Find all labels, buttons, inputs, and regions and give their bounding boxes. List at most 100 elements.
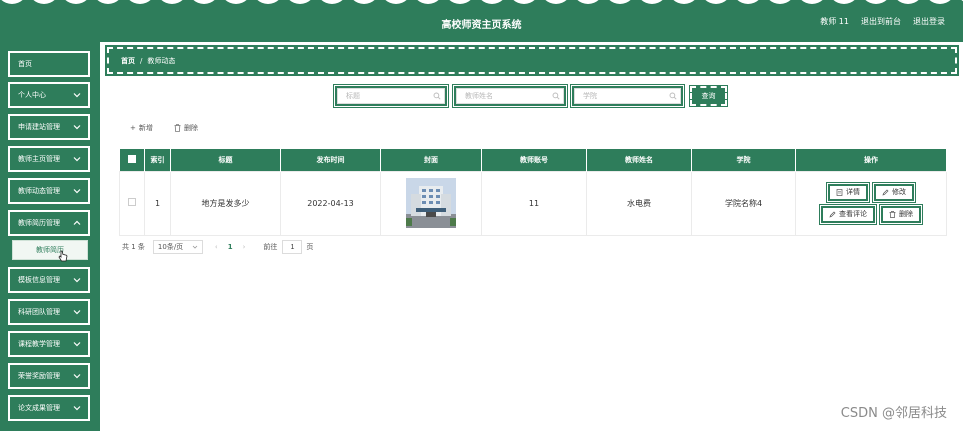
sidebar-subitem-teacher-resume[interactable]: 教师简历 [12,240,88,262]
plus-icon: + [130,124,136,132]
search-icon [669,92,677,100]
title-search-input[interactable] [337,88,445,104]
cell-teacher-name: 水电费 [586,170,692,236]
sidebar-item-label: 荣誉奖励管理 [18,372,60,380]
column-header-college: 学院 [691,149,796,171]
breadcrumb-separator: / [140,56,143,65]
chevron-down-icon [73,189,81,194]
breadcrumb: 首页 / 教师动态 [105,45,959,76]
cell-publish-time: 2022-04-13 [280,170,381,236]
prev-page-icon[interactable]: ‹ [215,243,218,251]
row-select-cell [119,170,145,236]
select-all-checkbox[interactable] [127,154,136,163]
scallop-border-decoration [1,0,963,4]
current-user-label: 教师 11 [820,17,849,26]
view-comments-button-label: 查看评论 [839,210,867,218]
top-header: 高校师资主页系统 教师 11 退出到前台 退出登录 [0,0,963,42]
pagination: 共 1 条 10条/页 ‹ 1 › 前往 页 [122,240,313,254]
row-checkbox[interactable] [128,198,136,206]
sidebar-item-home[interactable]: 首页 [8,51,90,77]
chevron-down-icon [73,342,81,347]
chevron-down-icon [73,374,81,379]
sidebar-item-honors[interactable]: 荣誉奖励管理 [8,363,90,389]
delete-button-label: 删除 [184,124,198,132]
chevron-up-icon [73,220,81,225]
search-icon [433,92,441,100]
query-button[interactable]: 查询 [689,85,728,107]
total-count: 共 1 条 [122,243,145,251]
breadcrumb-current: 教师动态 [147,56,176,65]
college-search-input[interactable] [574,88,681,104]
cell-operations: 详情 修改 查看评论 删除 [795,170,947,236]
add-button-label: 新增 [138,124,153,132]
goto-page-input[interactable] [282,240,303,254]
cell-cover [380,170,482,236]
page-unit-label: 页 [306,243,314,251]
sidebar-item-personal-center[interactable]: 个人中心 [8,82,90,108]
college-search-box [570,84,685,108]
pencil-icon [829,211,836,218]
sidebar-item-label: 教师简历管理 [18,219,60,227]
add-button[interactable]: + 新增 [130,123,153,133]
chevron-down-icon [73,125,81,130]
cover-image-building[interactable] [406,178,456,228]
row-delete-button[interactable]: 删除 [879,203,923,225]
column-header-cover: 封面 [380,149,482,171]
sidebar-item-label: 首页 [18,60,32,68]
app-title: 高校师资主页系统 [441,20,522,31]
sidebar-item-teacher-resume[interactable]: 教师简历管理 [8,210,90,236]
sidebar-item-label: 科研团队管理 [18,308,60,316]
next-page-icon[interactable]: › [243,243,246,251]
select-all-header [119,149,145,171]
table-row: 1 地方是发多少 2022-04-13 11 水电费 学院名称4 详情 修改 查… [119,170,947,236]
teacher-name-search-input[interactable] [456,88,564,104]
search-icon [552,92,560,100]
detail-button[interactable]: 详情 [826,181,870,203]
chevron-down-icon [73,310,81,315]
watermark-text: CSDN @邻居科技 [840,406,947,421]
hand-cursor-icon [58,250,68,262]
column-header-title: 标题 [170,149,281,171]
column-header-teacher-name: 教师姓名 [586,149,692,171]
back-to-front-link[interactable]: 退出到前台 [861,16,901,27]
sidebar-item-template-info[interactable]: 模板信息管理 [8,267,90,293]
column-header-index: 索引 [144,149,171,171]
column-header-teacher-account: 教师账号 [481,149,587,171]
breadcrumb-home[interactable]: 首页 [121,56,135,66]
sidebar-item-papers[interactable]: 论文成果管理 [8,395,90,421]
chevron-down-icon [73,406,81,411]
header-user-area: 教师 11 退出到前台 退出登录 [820,16,945,27]
sidebar-item-label: 教师动态管理 [18,187,60,195]
sidebar-item-research-team[interactable]: 科研团队管理 [8,299,90,325]
sidebar-item-label: 论文成果管理 [18,404,60,412]
sidebar: 首页 个人中心 申请建站管理 教师主页管理 教师动态管理 教师简历管理 教师简历… [0,42,100,431]
chevron-down-icon [73,93,81,98]
sidebar-item-site-application[interactable]: 申请建站管理 [8,114,90,140]
row-delete-button-label: 删除 [899,210,913,218]
chevron-down-icon [73,157,81,162]
table-header-row: 索引 标题 发布时间 封面 教师账号 教师姓名 学院 操作 [119,149,947,171]
logout-link[interactable]: 退出登录 [913,16,945,27]
sidebar-item-course-teaching[interactable]: 课程教学管理 [8,331,90,357]
goto-label: 前往 [263,243,278,251]
pencil-icon [882,189,889,196]
view-comments-button[interactable]: 查看评论 [819,203,877,225]
teacher-name-search-box [452,84,568,108]
cell-title: 地方是发多少 [170,170,281,236]
page-size-select[interactable]: 10条/页 [152,240,203,254]
news-table: 索引 标题 发布时间 封面 教师账号 教师姓名 学院 操作 1 地方是发多少 2… [119,149,947,236]
edit-button-label: 修改 [892,188,906,196]
edit-button[interactable]: 修改 [872,181,916,203]
sidebar-item-label: 模板信息管理 [18,276,60,284]
cell-index: 1 [144,170,171,236]
document-icon [836,188,843,196]
column-header-publish-time: 发布时间 [280,149,381,171]
current-page-number[interactable]: 1 [228,243,233,251]
delete-button[interactable]: 删除 [174,123,198,133]
sidebar-item-teacher-homepage[interactable]: 教师主页管理 [8,146,90,172]
sidebar-item-teacher-news[interactable]: 教师动态管理 [8,178,90,204]
sidebar-item-label: 教师主页管理 [18,155,60,163]
operation-buttons: 详情 修改 查看评论 删除 [796,181,946,225]
sidebar-item-label: 课程教学管理 [18,340,60,348]
detail-button-label: 详情 [846,188,860,196]
